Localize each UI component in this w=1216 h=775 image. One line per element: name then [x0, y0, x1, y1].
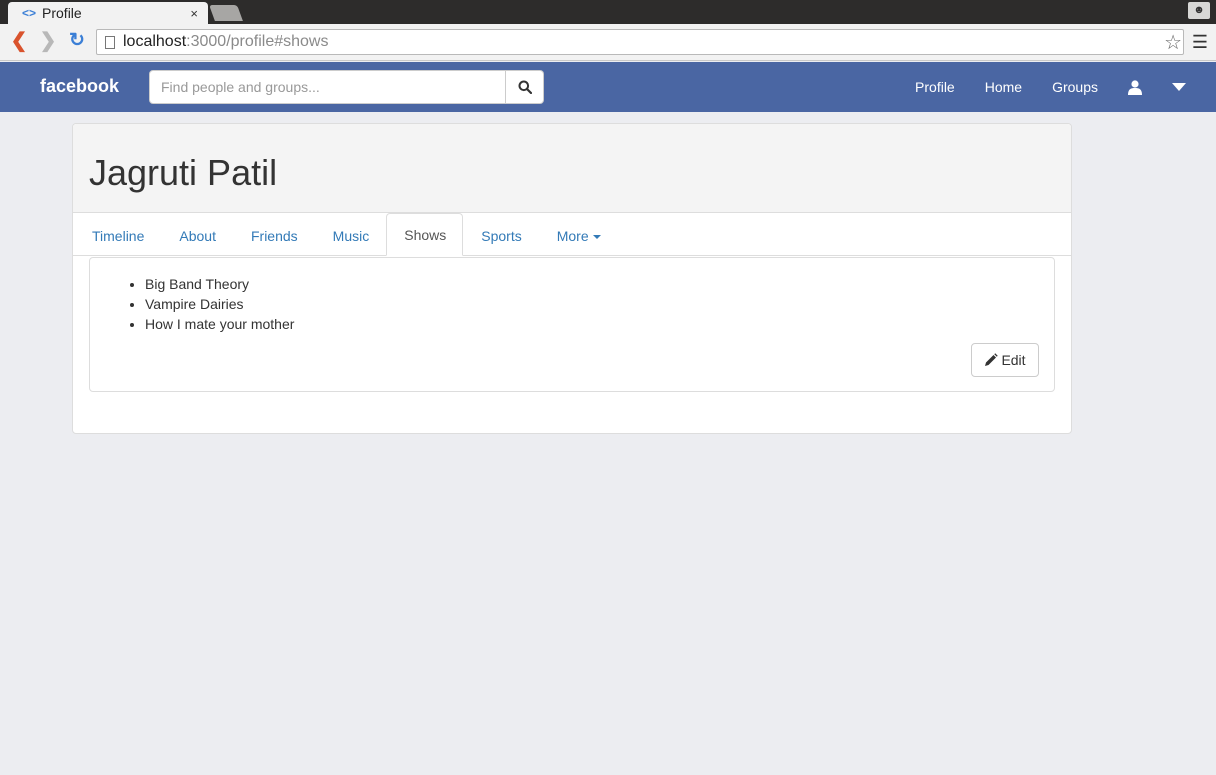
- nav-link-home[interactable]: Home: [970, 62, 1037, 112]
- new-tab-button[interactable]: [209, 5, 243, 21]
- browser-tab-strip: <> Profile × ☻: [0, 0, 1216, 24]
- reload-icon[interactable]: ↻: [66, 30, 88, 52]
- tab-timeline[interactable]: Timeline: [74, 214, 161, 256]
- forward-icon[interactable]: ❯: [37, 30, 59, 52]
- profile-header: Jagruti Patil: [73, 124, 1071, 213]
- bookmark-star-icon[interactable]: ☆: [1164, 30, 1182, 55]
- tab-more[interactable]: More: [539, 214, 618, 256]
- pencil-icon: [985, 353, 999, 366]
- tab-about[interactable]: About: [161, 214, 233, 256]
- back-icon[interactable]: ❮: [8, 30, 30, 52]
- close-tab-icon[interactable]: ×: [190, 6, 198, 21]
- search-input[interactable]: [149, 70, 506, 104]
- tab-title: Profile: [42, 5, 82, 21]
- browser-tab[interactable]: <> Profile ×: [8, 2, 208, 24]
- tab-friends[interactable]: Friends: [233, 214, 315, 256]
- url-path: :3000/profile#shows: [186, 33, 329, 50]
- nav-link-groups[interactable]: Groups: [1037, 62, 1113, 112]
- brand-logo[interactable]: facebook: [40, 76, 119, 97]
- profile-panel: Jagruti Patil Timeline About Friends Mus…: [72, 123, 1072, 434]
- browser-menu-icon[interactable]: ☰: [1192, 32, 1208, 53]
- browser-user-icon[interactable]: ☻: [1188, 2, 1210, 19]
- user-icon[interactable]: [1113, 79, 1157, 95]
- search-group: [149, 70, 544, 104]
- list-item: Big Band Theory: [145, 274, 294, 294]
- browser-toolbar: ❮ ❯ ↻ localhost :3000/profile#shows ☆ ☰: [0, 24, 1216, 61]
- profile-name: Jagruti Patil: [89, 152, 278, 193]
- tab-shows[interactable]: Shows: [386, 213, 464, 256]
- app-navbar: facebook Profile Home Groups: [0, 62, 1216, 112]
- address-bar[interactable]: localhost :3000/profile#shows: [96, 29, 1184, 55]
- favicon-icon: <>: [22, 6, 37, 20]
- shows-content: Big Band Theory Vampire Dairies How I ma…: [89, 257, 1055, 392]
- profile-tabs: Timeline About Friends Music Shows Sport…: [73, 213, 1071, 256]
- navbar-links: Profile Home Groups: [900, 62, 1216, 112]
- url-host: localhost: [123, 33, 187, 50]
- tab-sports[interactable]: Sports: [463, 214, 538, 256]
- page-icon: [105, 35, 115, 49]
- dropdown-caret-icon[interactable]: [1157, 83, 1216, 91]
- search-icon: [518, 80, 532, 94]
- caret-down-icon: [592, 235, 601, 240]
- tab-more-label: More: [556, 228, 589, 244]
- edit-button[interactable]: Edit: [971, 343, 1039, 377]
- list-item: Vampire Dairies: [145, 294, 294, 314]
- edit-button-label: Edit: [1001, 352, 1026, 368]
- shows-list: Big Band Theory Vampire Dairies How I ma…: [145, 274, 294, 334]
- list-item: How I mate your mother: [145, 314, 294, 334]
- tab-music[interactable]: Music: [315, 214, 387, 256]
- nav-link-profile[interactable]: Profile: [900, 62, 970, 112]
- search-button[interactable]: [506, 70, 544, 104]
